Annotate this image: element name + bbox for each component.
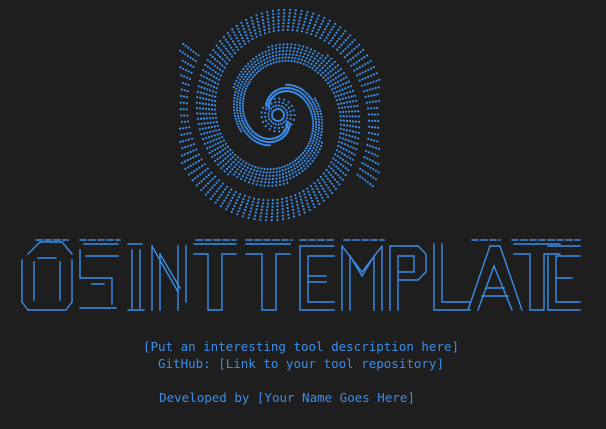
banner-letter-o	[21, 241, 73, 311]
ascii-title-banner	[21, 239, 581, 311]
galaxy-dots	[178, 8, 381, 222]
banner-letter-l	[433, 243, 471, 311]
banner-letter-s	[79, 243, 119, 309]
banner-letter-i	[127, 243, 145, 311]
tool-description: [Put an interesting tool description her…	[142, 339, 460, 354]
banner-letter-e2	[547, 245, 581, 311]
banner-letter-n	[151, 245, 187, 311]
banner-letter-t2	[245, 243, 291, 311]
terminal-window: [Put an interesting tool description her…	[0, 0, 606, 429]
galaxy-spiral-logo	[178, 8, 381, 222]
banner-letter-a	[467, 245, 523, 311]
banner-letter-p	[389, 245, 427, 311]
banner-letter-e	[299, 245, 335, 311]
github-link-line: GitHub: [Link to your tool repository]	[158, 356, 444, 371]
developer-credit: Developed by [Your Name Goes Here]	[159, 390, 415, 405]
banner-letter-m	[341, 245, 383, 311]
banner-letter-t3	[513, 243, 561, 311]
banner-letter-t	[193, 243, 237, 311]
